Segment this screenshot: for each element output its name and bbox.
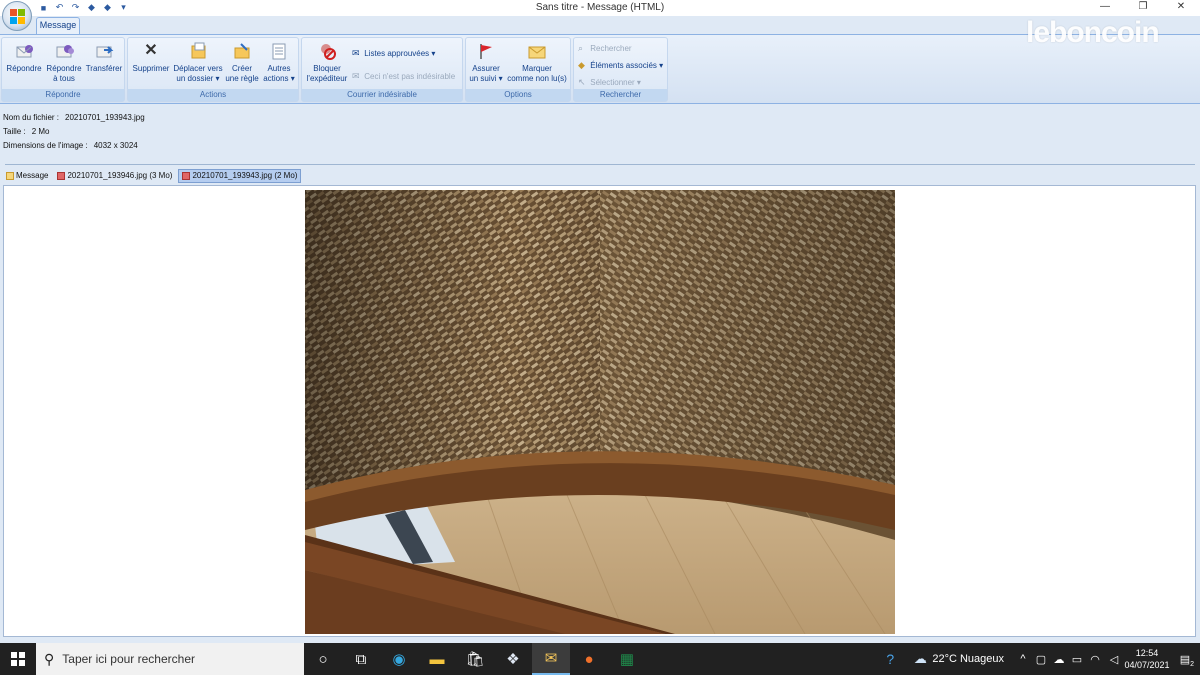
system-tray: ? ☁ 22°C Nuageux ^ ▢ ☁ ▭ ◠ ◁ 12:54 04/07… <box>872 643 1200 675</box>
tab-message[interactable]: Message <box>36 17 80 34</box>
start-button[interactable] <box>0 643 36 675</box>
attachment-photo <box>305 190 895 634</box>
filename-label: Nom du fichier : <box>3 113 60 122</box>
forward-icon <box>94 41 114 61</box>
windows-icon <box>11 652 25 666</box>
meet-now-icon[interactable]: ▢ <box>1032 653 1050 666</box>
dropbox-icon[interactable]: ❖ <box>494 643 532 675</box>
task-view-icon[interactable]: ⧉ <box>342 643 380 675</box>
dimensions-value: 4032 x 3024 <box>93 141 138 150</box>
group-label-repondre: Répondre <box>2 89 124 101</box>
window-title: Sans titre - Message (HTML) <box>535 2 665 13</box>
edge-icon[interactable]: ◉ <box>380 643 418 675</box>
other-actions-icon <box>269 41 289 61</box>
envelope-icon <box>6 172 14 180</box>
help-icon[interactable]: ? <box>872 651 908 667</box>
group-actions: ✕ Supprimer Déplacer vers un dossier ▾ C… <box>127 37 299 102</box>
block-sender-button[interactable]: Bloquer l'expéditeur <box>304 41 350 84</box>
mark-unread-button[interactable]: Marquer comme non lu(s) <box>504 41 570 84</box>
forward-button[interactable]: Transférer <box>83 41 125 74</box>
block-sender-icon <box>317 41 337 61</box>
delete-button[interactable]: ✕ Supprimer <box>130 41 172 74</box>
reply-all-icon <box>54 41 74 61</box>
mark-unread-icon <box>527 41 547 61</box>
taskbar-search[interactable]: ⚲ Taper ici pour rechercher <box>36 643 304 675</box>
battery-icon[interactable]: ▭ <box>1068 653 1086 666</box>
attachment-info: Nom du fichier : 20210701_193943.jpg Tail… <box>3 111 145 153</box>
office-logo-icon <box>10 9 25 24</box>
approved-lists-icon: ✉ <box>352 48 360 58</box>
office-button[interactable] <box>2 1 32 31</box>
reply-icon <box>14 41 34 61</box>
excel-icon[interactable]: ▦ <box>608 643 646 675</box>
title-bar: ■ ↶ ↷ ◆ ◆ ▾ Sans titre - Message (HTML) … <box>0 0 1200 16</box>
network-icon[interactable]: ◠ <box>1086 653 1104 666</box>
group-rechercher: ⌕ Rechercher ◆ Éléments associés ▾ ↖ Sél… <box>573 37 668 102</box>
rule-icon <box>232 41 252 61</box>
dimensions-label: Dimensions de l'image : <box>3 141 88 150</box>
ribbon: Répondre Répondre à tous Transférer Répo… <box>0 34 1200 104</box>
window-controls: — ❐ ✕ <box>1086 0 1200 14</box>
file-explorer-icon[interactable]: ▬ <box>418 643 456 675</box>
clock[interactable]: 12:54 04/07/2021 <box>1124 647 1170 671</box>
not-junk-button[interactable]: ✉ Ceci n'est pas indésirable <box>352 71 455 82</box>
ribbon-tab-row: Message <box>0 16 1200 34</box>
restore-button[interactable]: ❐ <box>1124 0 1162 14</box>
select-cursor-icon: ↖ <box>578 77 586 87</box>
group-label-options: Options <box>466 89 570 101</box>
size-value: 2 Mo <box>31 127 50 136</box>
image-file-icon <box>57 172 66 180</box>
notification-count: 2 <box>1190 660 1194 668</box>
store-icon[interactable]: 🛍 <box>456 643 494 675</box>
related-items-icon: ◆ <box>578 60 585 70</box>
move-folder-icon <box>188 41 208 61</box>
divider <box>5 164 1195 165</box>
minimize-button[interactable]: — <box>1086 0 1124 14</box>
select-button[interactable]: ↖ Sélectionner ▾ <box>578 77 641 88</box>
approved-lists-button[interactable]: ✉ Listes approuvées ▾ <box>352 48 435 59</box>
size-label: Taille : <box>3 127 26 136</box>
not-junk-icon: ✉ <box>352 71 360 81</box>
search-icon: ⚲ <box>44 650 55 667</box>
move-to-folder-button[interactable]: Déplacer vers un dossier ▾ <box>171 41 225 84</box>
reply-button[interactable]: Répondre <box>4 41 44 74</box>
delete-icon: ✕ <box>144 42 158 59</box>
flag-icon <box>476 41 496 61</box>
outlook-icon[interactable]: ✉ <box>532 643 570 675</box>
weather-icon[interactable]: ☁ <box>908 651 932 667</box>
follow-up-button[interactable]: Assurer un suivi ▾ <box>468 41 504 84</box>
taskbar: ⚲ Taper ici pour rechercher ○ ⧉ ◉ ▬ 🛍 ❖ … <box>0 643 1200 675</box>
filename-value: 20210701_193943.jpg <box>65 113 145 122</box>
group-label-actions: Actions <box>128 89 298 101</box>
create-rule-button[interactable]: Créer une règle <box>224 41 260 84</box>
image-file-icon <box>182 172 191 180</box>
reply-all-button[interactable]: Répondre à tous <box>43 41 85 84</box>
binoculars-icon: ⌕ <box>578 43 584 53</box>
volume-icon[interactable]: ◁ <box>1104 653 1124 666</box>
group-courrier-indesirable: Bloquer l'expéditeur ✉ Listes approuvées… <box>301 37 463 102</box>
tab-attachment-1[interactable]: 20210701_193946.jpg (3 Mo) <box>54 169 175 183</box>
related-items-button[interactable]: ◆ Éléments associés ▾ <box>578 60 663 71</box>
cortana-icon[interactable]: ○ <box>304 643 342 675</box>
attachment-tabs: Message 20210701_193946.jpg (3 Mo) 20210… <box>3 169 302 183</box>
close-button[interactable]: ✕ <box>1162 0 1200 14</box>
onedrive-icon[interactable]: ☁ <box>1050 653 1068 666</box>
group-label-rechercher: Rechercher <box>574 89 667 101</box>
notifications-icon[interactable]: ▤ 2 <box>1170 653 1200 668</box>
show-hidden-icons[interactable]: ^ <box>1014 653 1032 665</box>
leboncoin-watermark: leboncoin <box>1026 16 1160 49</box>
attachment-preview <box>3 185 1196 637</box>
search-placeholder: Taper ici pour rechercher <box>62 652 195 666</box>
group-repondre: Répondre Répondre à tous Transférer Répo… <box>1 37 125 102</box>
tab-attachment-2[interactable]: 20210701_193943.jpg (2 Mo) <box>178 169 302 183</box>
group-options: Assurer un suivi ▾ Marquer comme non lu(… <box>465 37 571 102</box>
tab-message-body[interactable]: Message <box>3 169 51 183</box>
firefox-icon[interactable]: ● <box>570 643 608 675</box>
other-actions-button[interactable]: Autres actions ▾ <box>260 41 298 84</box>
group-label-courrier: Courrier indésirable <box>302 89 462 101</box>
weather-text[interactable]: 22°C Nuageux <box>932 653 1004 665</box>
find-button[interactable]: ⌕ Rechercher <box>578 43 632 54</box>
